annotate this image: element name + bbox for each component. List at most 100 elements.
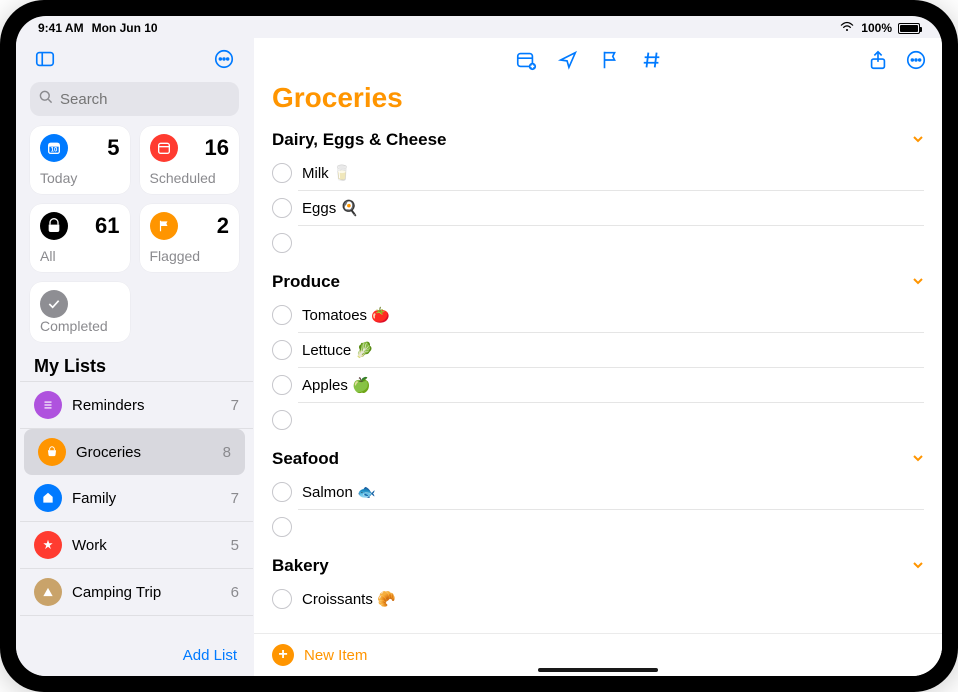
- list-name: Reminders: [72, 397, 231, 414]
- reminder-item[interactable]: Lettuce 🥬: [298, 333, 924, 368]
- reminder-item-empty[interactable]: .: [298, 226, 924, 260]
- chevron-down-icon[interactable]: [912, 274, 924, 290]
- complete-circle[interactable]: [272, 375, 292, 395]
- my-lists-heading: My Lists: [16, 342, 253, 381]
- section-name: Produce: [272, 272, 340, 292]
- list-name: Groceries: [76, 444, 223, 461]
- scheduled-icon: [150, 134, 178, 162]
- chevron-down-icon[interactable]: [912, 558, 924, 574]
- smart-label: Flagged: [150, 248, 230, 264]
- svg-text:10: 10: [51, 147, 58, 153]
- list-icon: [38, 438, 66, 466]
- list-icon: [34, 531, 62, 559]
- complete-circle[interactable]: [272, 233, 292, 253]
- list-row-groceries[interactable]: Groceries8: [24, 429, 245, 475]
- section-header[interactable]: Dairy, Eggs & Cheese: [272, 124, 924, 156]
- calendar-add-icon[interactable]: [514, 48, 538, 72]
- status-time: 9:41 AM: [38, 21, 84, 35]
- chevron-down-icon[interactable]: [912, 132, 924, 148]
- complete-circle[interactable]: [272, 410, 292, 430]
- smart-label: Today: [40, 170, 120, 186]
- chevron-down-icon[interactable]: [912, 451, 924, 467]
- tag-icon[interactable]: [640, 48, 664, 72]
- section-produce: Produce Tomatoes 🍅 Lettuce 🥬 Apples 🍏.: [272, 266, 924, 437]
- complete-circle[interactable]: [272, 482, 292, 502]
- smart-count: 2: [217, 215, 229, 237]
- more-icon[interactable]: [904, 48, 928, 72]
- list-count: 7: [231, 490, 239, 507]
- section-header[interactable]: Seafood: [272, 443, 924, 475]
- smart-completed[interactable]: Completed: [30, 282, 130, 342]
- list-row-camping-trip[interactable]: Camping Trip6: [20, 569, 253, 616]
- reminder-text: .: [302, 519, 306, 536]
- location-icon[interactable]: [556, 48, 580, 72]
- wifi-icon: [839, 21, 855, 36]
- toggle-sidebar-button[interactable]: [30, 44, 60, 74]
- list-count: 5: [231, 537, 239, 554]
- reminder-text: Lettuce 🥬: [302, 341, 374, 359]
- more-button[interactable]: [209, 44, 239, 74]
- list-row-reminders[interactable]: Reminders7: [20, 381, 253, 429]
- reminder-item-empty[interactable]: .: [298, 510, 924, 544]
- section-name: Seafood: [272, 449, 339, 469]
- search-input[interactable]: [60, 91, 259, 108]
- section-dairy-eggs-cheese: Dairy, Eggs & Cheese Milk 🥛 Eggs 🍳.: [272, 124, 924, 260]
- smart-label: All: [40, 248, 120, 264]
- section-name: Dairy, Eggs & Cheese: [272, 130, 446, 150]
- list-count: 8: [223, 444, 231, 461]
- smart-scheduled[interactable]: 16Scheduled: [140, 126, 240, 194]
- share-icon[interactable]: [866, 48, 890, 72]
- complete-circle[interactable]: [272, 305, 292, 325]
- reminder-item[interactable]: Milk 🥛: [298, 156, 924, 191]
- section-header[interactable]: Bakery: [272, 550, 924, 582]
- list-row-work[interactable]: Work5: [20, 522, 253, 569]
- completed-icon: [40, 290, 68, 318]
- complete-circle[interactable]: [272, 589, 292, 609]
- reminder-text: .: [302, 412, 306, 429]
- reminder-item[interactable]: Croissants 🥐: [298, 582, 924, 616]
- list-icon: [34, 391, 62, 419]
- list-title: Groceries: [254, 78, 942, 124]
- smart-all[interactable]: 61 All: [30, 204, 130, 272]
- home-indicator[interactable]: [538, 668, 658, 672]
- smart-count: 16: [205, 137, 229, 159]
- list-count: 7: [231, 397, 239, 414]
- flag-icon[interactable]: [598, 48, 622, 72]
- complete-circle[interactable]: [272, 340, 292, 360]
- reminder-text: Salmon 🐟: [302, 483, 376, 501]
- all-icon: [40, 212, 68, 240]
- reminder-item[interactable]: Apples 🍏: [298, 368, 924, 403]
- section-header[interactable]: Produce: [272, 266, 924, 298]
- list-name: Camping Trip: [72, 584, 231, 601]
- main-toolbar: [254, 38, 942, 78]
- reminder-item[interactable]: Salmon 🐟: [298, 475, 924, 510]
- reminder-item[interactable]: Tomatoes 🍅: [298, 298, 924, 333]
- new-item-label: New Item: [304, 647, 367, 664]
- smart-count: 61: [95, 215, 119, 237]
- search-field[interactable]: [30, 82, 239, 116]
- reminder-text: Tomatoes 🍅: [302, 306, 390, 324]
- reminder-text: .: [302, 235, 306, 252]
- list-row-family[interactable]: Family7: [20, 475, 253, 522]
- ipad-frame: 9:41 AM Mon Jun 10 100% •••: [0, 0, 958, 692]
- smart-today[interactable]: 105Today: [30, 126, 130, 194]
- reminder-item-empty[interactable]: .: [298, 403, 924, 437]
- list-icon: [34, 484, 62, 512]
- list-name: Work: [72, 537, 231, 554]
- complete-circle[interactable]: [272, 198, 292, 218]
- complete-circle[interactable]: [272, 517, 292, 537]
- reminder-item[interactable]: Eggs 🍳: [298, 191, 924, 226]
- reminder-text: Eggs 🍳: [302, 199, 359, 217]
- smart-flagged[interactable]: 2 Flagged: [140, 204, 240, 272]
- add-list-button[interactable]: Add List: [183, 647, 237, 664]
- section-seafood: Seafood Salmon 🐟.: [272, 443, 924, 544]
- status-date: Mon Jun 10: [92, 21, 158, 35]
- list-count: 6: [231, 584, 239, 601]
- plus-icon: +: [272, 644, 294, 666]
- main-panel: Groceries Dairy, Eggs & Cheese Milk 🥛 Eggs…: [254, 38, 942, 676]
- battery-icon: [898, 23, 920, 34]
- reminder-text: Croissants 🥐: [302, 590, 396, 608]
- complete-circle[interactable]: [272, 163, 292, 183]
- screen: 9:41 AM Mon Jun 10 100% •••: [16, 16, 942, 676]
- search-icon: [38, 89, 54, 109]
